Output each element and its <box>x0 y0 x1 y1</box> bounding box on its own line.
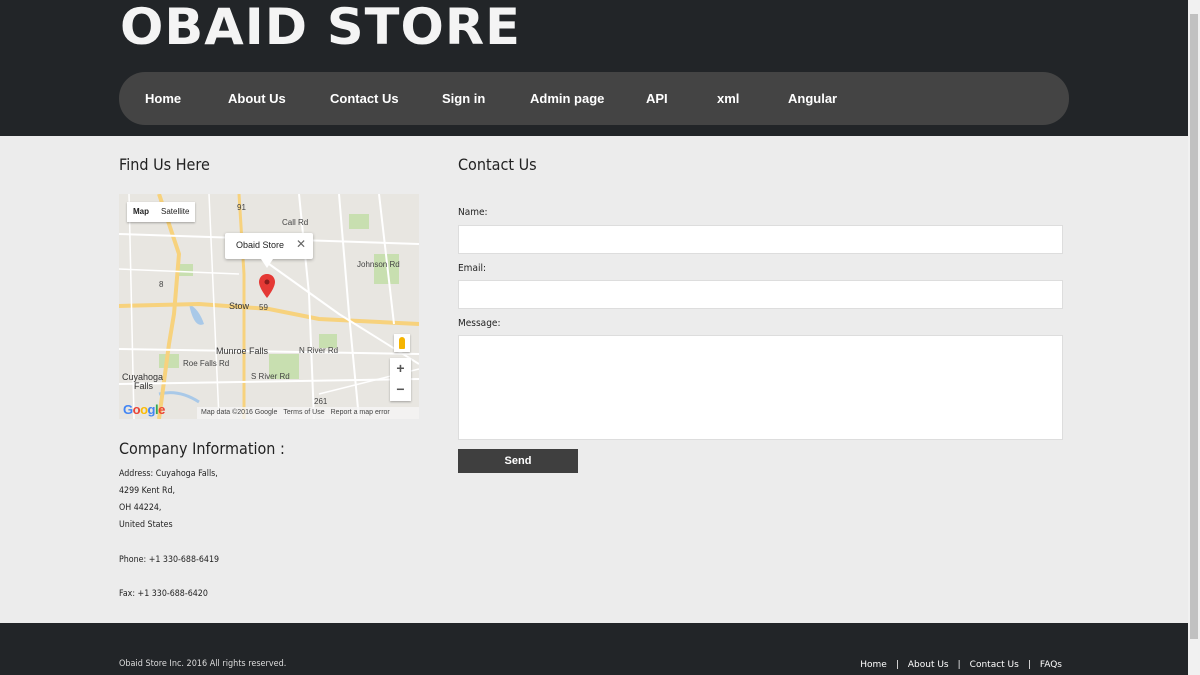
google-logo[interactable]: Google <box>123 402 165 417</box>
map-roads <box>119 194 419 419</box>
footer-link-about-us[interactable]: About Us <box>908 660 949 670</box>
map-data-text: Map data ©2016 Google <box>201 409 278 416</box>
nav-about-us[interactable]: About Us <box>228 91 286 106</box>
nav-sign-in[interactable]: Sign in <box>442 91 485 106</box>
info-window-title: Obaid Store <box>236 240 285 250</box>
footer-separator: | <box>895 660 899 670</box>
map-label-s-river-rd: S River Rd <box>251 372 290 381</box>
zoom-out-button[interactable]: − <box>390 379 411 400</box>
map-label-munroe-falls: Munroe Falls <box>216 346 269 356</box>
google-map[interactable]: Stow Munroe Falls Cuyahoga Falls Johnson… <box>119 194 419 419</box>
map-label-call-rd: Call Rd <box>282 218 309 227</box>
footer-link-contact-us[interactable]: Contact Us <box>970 660 1019 670</box>
map-info-window: Obaid Store ✕ <box>225 233 313 268</box>
address-line-2: 4299 Kent Rd, <box>119 486 176 496</box>
zoom-in-button[interactable]: + <box>390 358 411 379</box>
map-label-route-59: 59 <box>259 303 268 312</box>
map-label-roe-falls-rd: Roe Falls Rd <box>183 359 230 368</box>
company-info-title: Company Information : <box>119 439 285 458</box>
nav-xml[interactable]: xml <box>717 91 739 106</box>
find-us-title: Find Us Here <box>119 155 210 174</box>
nav-api[interactable]: API <box>646 91 668 106</box>
name-input[interactable] <box>458 225 1063 254</box>
map-terms-link[interactable]: Terms of Use <box>283 409 324 419</box>
address-line-3: OH 44224, <box>119 503 162 513</box>
footer-link-home[interactable]: Home <box>860 660 887 670</box>
map-type-control: Map Satellite <box>127 202 196 222</box>
scrollbar-thumb[interactable] <box>1190 14 1198 639</box>
map-label-stow: Stow <box>229 301 250 311</box>
footer-separator: | <box>957 660 961 670</box>
address-line-1: Address: Cuyahoga Falls, <box>119 469 218 479</box>
zoom-control: + − <box>390 358 411 401</box>
message-label: Message: <box>458 318 501 329</box>
message-textarea[interactable] <box>458 335 1063 440</box>
site-footer: Obaid Store Inc. 2016 All rights reserve… <box>0 623 1188 675</box>
map-attribution: Map data ©2016 Google Terms of Use Repor… <box>197 407 419 419</box>
map-label-route-261: 261 <box>314 397 328 406</box>
site-logo[interactable]: OBAID STORE <box>120 0 521 56</box>
phone-number: Phone: +1 330-688-6419 <box>119 555 220 565</box>
nav-contact-us[interactable]: Contact Us <box>330 91 399 106</box>
contact-us-title: Contact Us <box>458 155 537 174</box>
site-header: OBAID STORE Home About Us Contact Us Sig… <box>0 0 1188 136</box>
map-report-link[interactable]: Report a map error <box>331 409 390 419</box>
map-label-route-8: 8 <box>159 280 164 289</box>
copyright-text: Obaid Store Inc. 2016 All rights reserve… <box>119 659 287 669</box>
map-label-falls: Falls <box>134 381 154 391</box>
main-nav: Home About Us Contact Us Sign in Admin p… <box>119 72 1069 125</box>
street-view-pegman-icon[interactable] <box>394 334 410 352</box>
nav-angular[interactable]: Angular <box>788 91 837 106</box>
footer-link-faqs[interactable]: FAQs <box>1040 660 1062 670</box>
map-label-johnson-rd: Johnson Rd <box>357 260 400 269</box>
send-button[interactable]: Send <box>458 449 578 473</box>
map-type-map-button[interactable]: Map <box>127 202 155 222</box>
email-input[interactable] <box>458 280 1063 309</box>
fax-number: Fax: +1 330-688-6420 <box>119 589 208 599</box>
footer-separator: | <box>1027 660 1031 670</box>
name-label: Name: <box>458 207 488 218</box>
map-label-route-91: 91 <box>237 203 246 212</box>
page-scrollbar[interactable] <box>1188 0 1200 675</box>
address-line-4: United States <box>119 520 173 530</box>
email-label: Email: <box>458 263 487 274</box>
map-type-satellite-button[interactable]: Satellite <box>155 202 195 222</box>
map-label-n-river-rd: N River Rd <box>299 346 339 355</box>
nav-admin-page[interactable]: Admin page <box>530 91 604 106</box>
close-icon[interactable]: ✕ <box>296 237 306 251</box>
nav-home[interactable]: Home <box>145 91 181 106</box>
footer-links: Home | About Us | Contact Us | FAQs <box>860 660 1062 670</box>
